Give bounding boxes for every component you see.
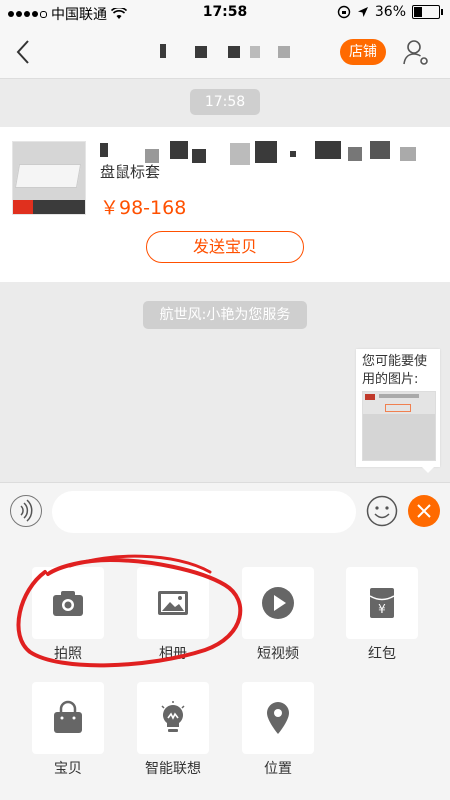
album-icon [158,591,188,615]
chat-area[interactable]: 17:58 盘鼠标套 ￥98-168 发送宝贝 航世风:小艳为您服务 您可能要使… [0,79,450,482]
shop-button[interactable]: 店铺 [340,39,386,65]
location-pin-icon [267,702,289,734]
tool-album[interactable]: 相册 [137,567,209,663]
back-arrow-icon[interactable] [12,38,36,66]
rotation-lock-icon [337,5,351,19]
nav-bar: 店铺 [0,26,450,79]
tool-product[interactable]: 宝贝 [32,682,104,778]
tool-label: 红包 [368,646,396,662]
close-icon [417,504,431,518]
lightbulb-icon [161,701,185,732]
tool-location[interactable]: 位置 [242,682,314,778]
message-input[interactable] [52,491,356,533]
short-video-tile[interactable] [242,567,314,639]
nav-title-redacted [150,40,300,62]
product-title-text: 盘鼠标套 [100,163,161,181]
suggested-image-text: 您可能要使用的图片: [362,354,428,387]
suggested-image-popup[interactable]: 您可能要使用的图片: [356,349,440,467]
service-notice: 航世风:小艳为您服务 [143,301,307,329]
user-settings-icon[interactable] [402,38,430,66]
tools-panel: 拍照 相册 短视频 ¥ 红包 宝贝 智能联想 位置 [0,541,450,800]
voice-input-button[interactable] [10,495,42,527]
album-tile[interactable] [137,567,209,639]
tool-label: 宝贝 [54,761,82,777]
status-right-group: 36% [337,4,443,20]
tool-red-packet[interactable]: ¥ 红包 [346,567,418,663]
product-thumbnail[interactable] [12,141,86,215]
smart-suggest-tile[interactable] [137,682,209,754]
send-product-button[interactable]: 发送宝贝 [146,231,304,263]
red-packet-icon: ¥ [369,588,395,618]
voice-wave-icon [20,499,33,522]
product-title[interactable]: 盘鼠标套 [100,139,430,181]
shopping-bag-icon [54,700,82,733]
tool-smart-suggest[interactable]: 智能联想 [137,682,209,778]
camera-icon [53,591,83,616]
emoji-icon[interactable] [366,495,398,527]
red-packet-tile[interactable]: ¥ [346,567,418,639]
close-panel-button[interactable] [408,495,440,527]
tool-label: 拍照 [54,646,82,662]
product-price: ￥98-168 [100,197,187,219]
battery-icon [412,5,443,19]
popup-pointer [420,465,436,473]
product-tile[interactable] [32,682,104,754]
svg-text:¥: ¥ [378,602,386,616]
chat-timestamp: 17:58 [190,89,260,115]
location-tile[interactable] [242,682,314,754]
suggested-image-thumbnail[interactable] [362,391,436,461]
location-arrow-icon [357,7,368,17]
status-bar: 中国联通 17:58 36% [0,0,450,26]
input-bar [0,482,450,542]
tool-camera[interactable]: 拍照 [32,567,104,663]
tool-label: 位置 [264,761,292,777]
tool-label: 相册 [159,646,187,662]
tool-label: 短视频 [257,646,299,662]
tool-label: 智能联想 [145,761,201,777]
video-play-icon [262,587,294,619]
camera-tile[interactable] [32,567,104,639]
tool-short-video[interactable]: 短视频 [242,567,314,663]
battery-percent: 36% [374,4,406,20]
product-card[interactable]: 盘鼠标套 ￥98-168 发送宝贝 [0,127,450,282]
